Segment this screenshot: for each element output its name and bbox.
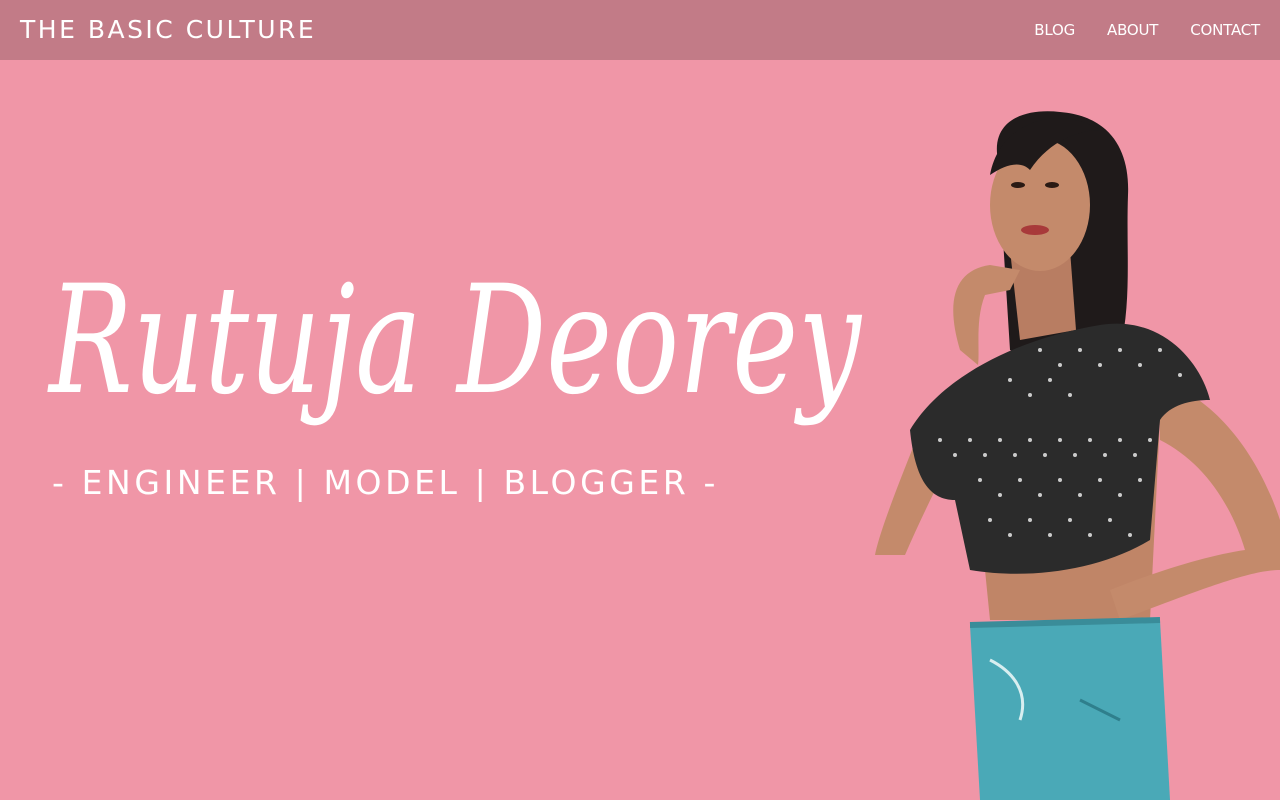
nav-link-about[interactable]: ABOUT (1107, 21, 1158, 39)
nav-link-contact[interactable]: CONTACT (1190, 21, 1260, 39)
page: THE BASIC CULTURE BLOG ABOUT CONTACT Rut… (0, 0, 1280, 800)
site-title-link[interactable]: THE BASIC CULTURE (20, 15, 316, 44)
site-header: THE BASIC CULTURE BLOG ABOUT CONTACT (0, 0, 1280, 60)
hero-roles-tagline: - ENGINEER | MODEL | BLOGGER - (52, 463, 719, 502)
main-navigation: BLOG ABOUT CONTACT (1034, 21, 1260, 39)
nav-link-blog[interactable]: BLOG (1034, 21, 1075, 39)
model-photo (860, 100, 1280, 800)
hero-name-text: Rutuja Deorey (47, 254, 863, 428)
hero-name-svg: Rutuja Deorey (47, 254, 863, 428)
hero-name-banner: Rutuja Deorey (45, 240, 875, 470)
model-photo-illustration (875, 111, 1280, 800)
